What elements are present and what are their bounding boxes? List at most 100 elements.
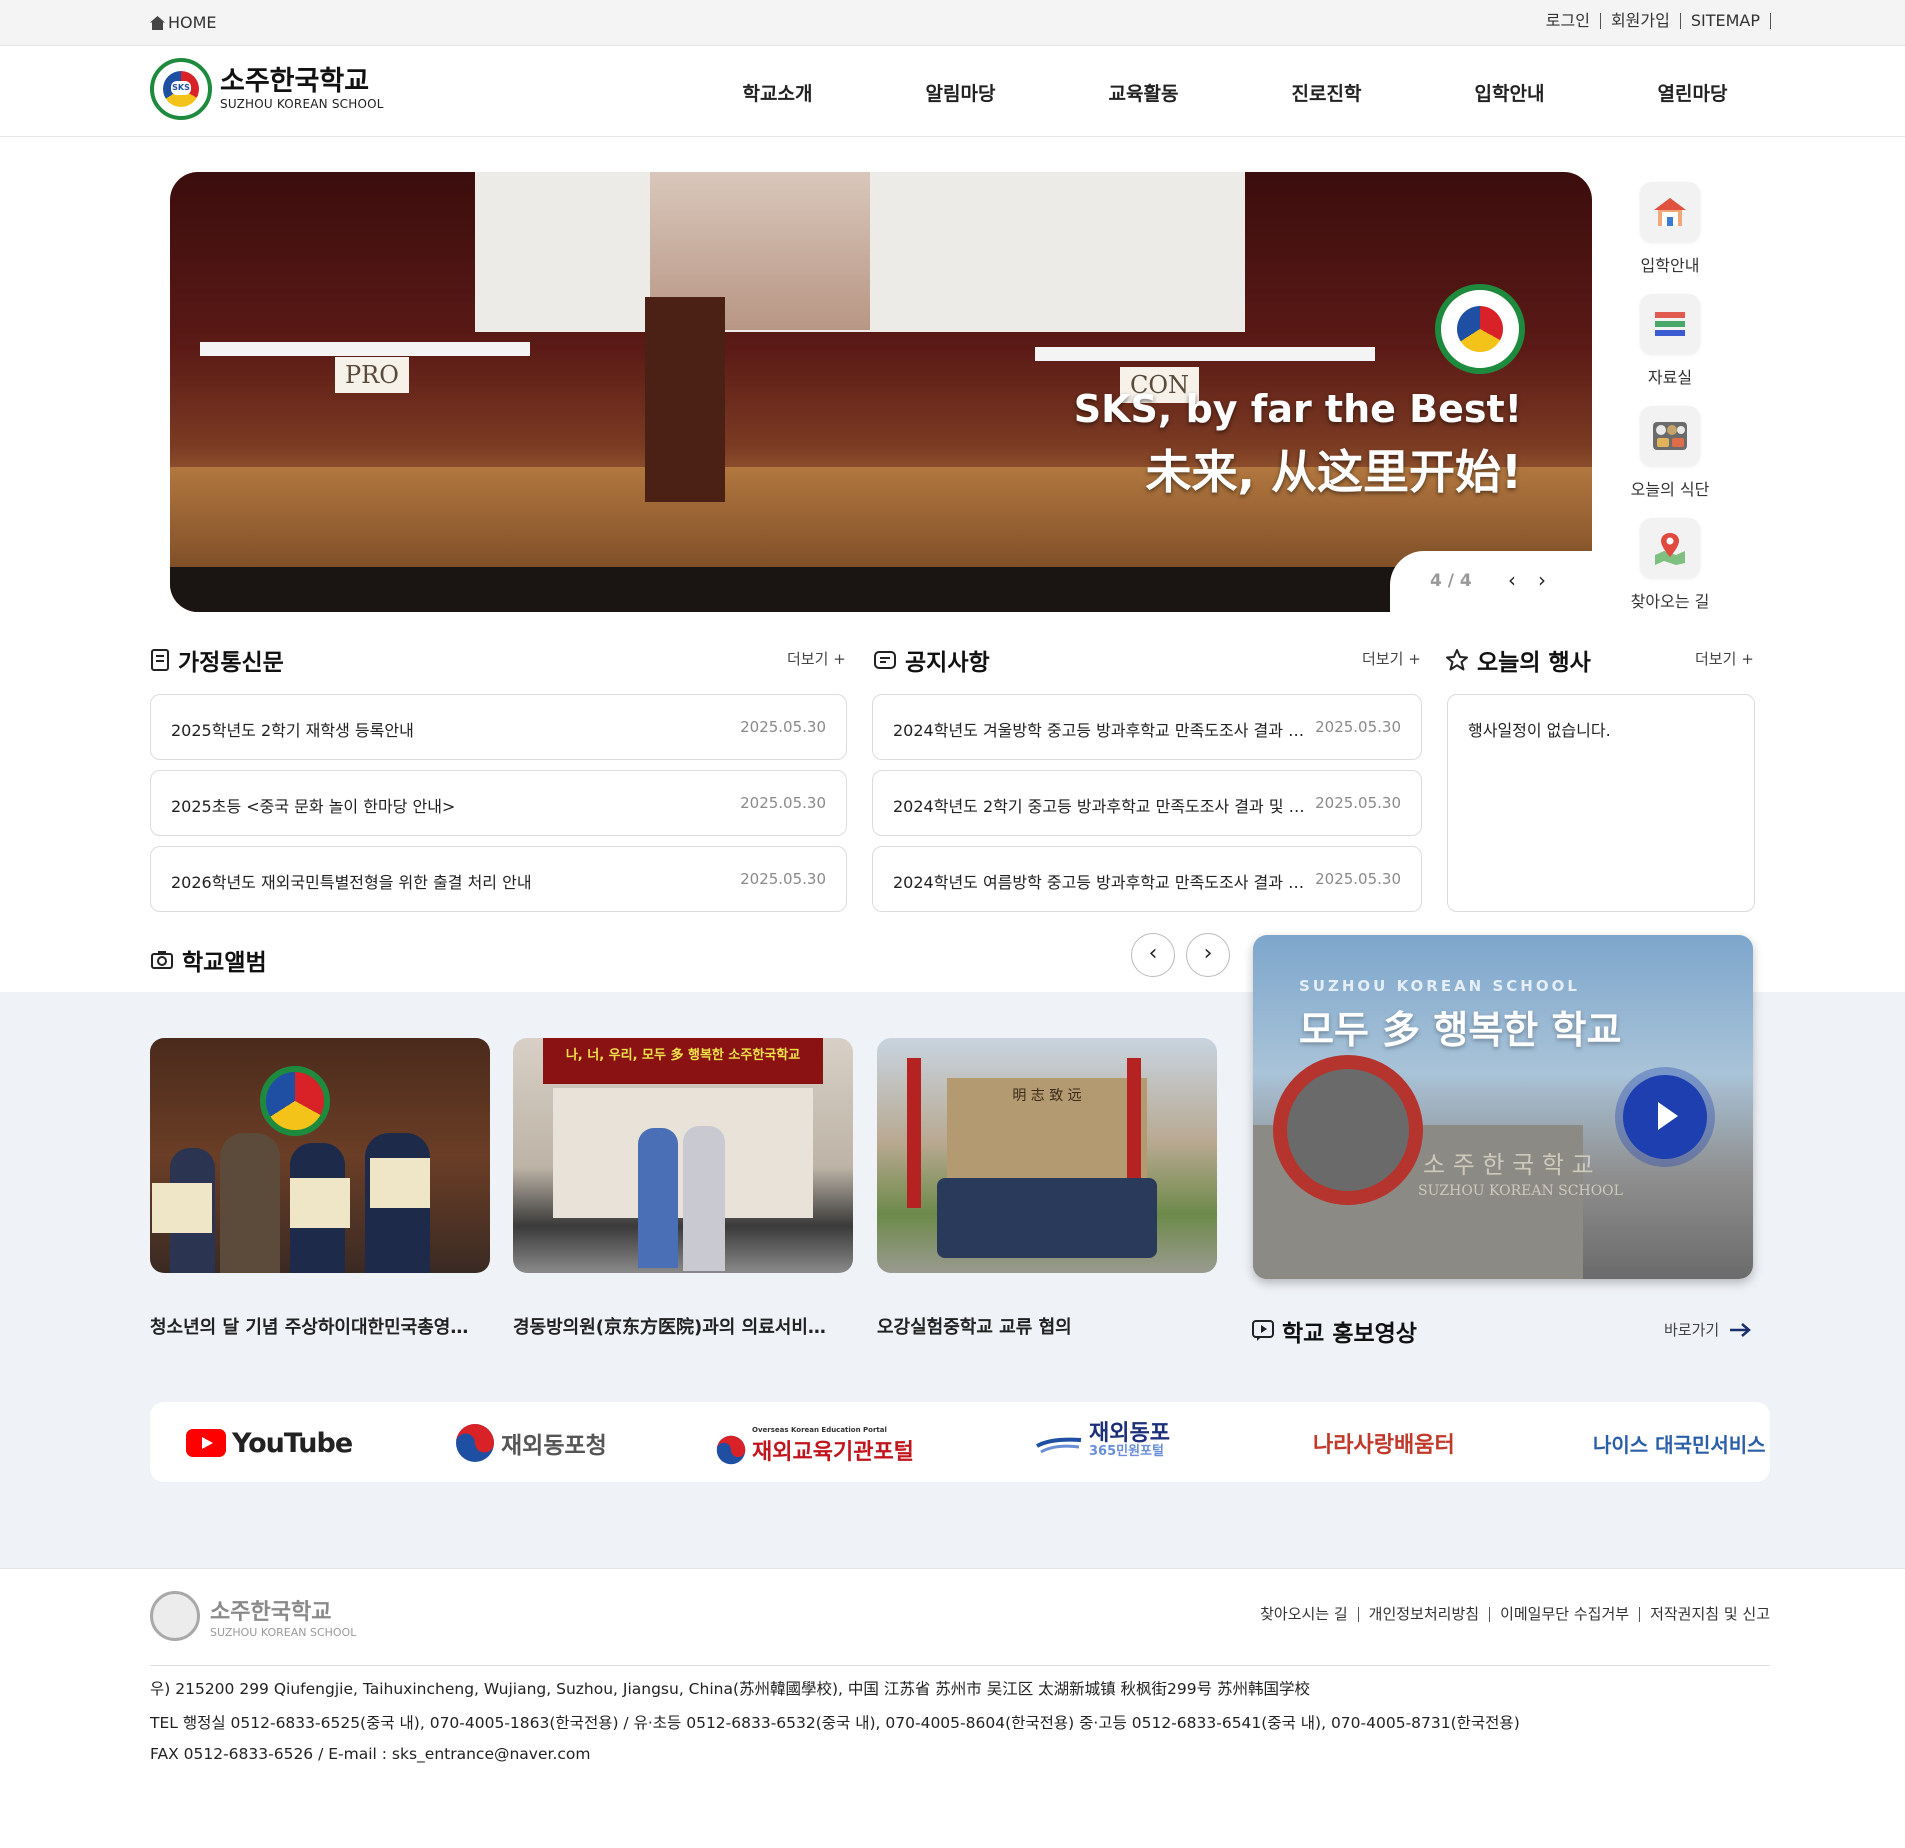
emblem-text: SKS (171, 81, 191, 95)
nav-item-about[interactable]: 학교소개 (686, 79, 869, 106)
notice-title: 공지사항 (873, 643, 990, 677)
nav-item-community[interactable]: 열린마당 (1601, 79, 1784, 106)
notice-item[interactable]: 2024학년도 2학기 중고등 방과후학교 만족도조사 결과 및 교… 2025… (872, 770, 1422, 836)
footer-name-ko: 소주한국학교 (210, 1599, 332, 1625)
quick-meal[interactable]: 오늘의 식단 (1630, 406, 1710, 500)
photo-banner-text: 明 志 致 远 (1012, 1088, 1082, 1104)
post-date: 2025.05.30 (1315, 870, 1401, 888)
banner-youtube[interactable]: YouTube (186, 1426, 353, 1460)
album-caption: 오강실험중학교 교류 협의 (877, 1317, 1072, 1338)
footer-link-email-policy[interactable]: 이메일무단 수집거부 (1490, 1607, 1641, 1622)
post-title: 2024학년도 2학기 중고등 방과후학교 만족도조사 결과 및 교… (893, 797, 1308, 816)
school-emblem-icon: SKS (150, 58, 212, 120)
footer-divider (150, 1665, 1770, 1666)
slide-counter: 4 / 4 (1430, 571, 1472, 591)
school-icon (1640, 182, 1700, 242)
events-title-text: 오늘의 행사 (1477, 650, 1591, 676)
banner-edu-portal[interactable]: Overseas Korean Education Portal 재외교육기관포… (716, 1426, 914, 1465)
events-box: 행사일정이 없습니다. (1447, 694, 1755, 912)
taegeuk-icon (716, 1435, 746, 1465)
speech-bubble-icon (874, 651, 896, 669)
podium (645, 297, 725, 502)
banner-narasarang[interactable]: 나라사랑배움터 (1313, 1426, 1455, 1460)
events-more-link[interactable]: 더보기 + (1695, 648, 1754, 669)
events-title: 오늘의 행사 (1445, 643, 1591, 677)
play-icon[interactable] (1623, 1075, 1707, 1159)
album-photo (150, 1038, 490, 1273)
notice-item[interactable]: 2024학년도 여름방학 중고등 방과후학교 만족도조사 결과 및 … 2025… (872, 846, 1422, 912)
banner-label: 재외동포 (1089, 1421, 1170, 1446)
notice-item[interactable]: 2024학년도 겨울방학 중고등 방과후학교 만족도조사 결과 및 … 2025… (872, 694, 1422, 760)
video-headline: 모두 多 행복한 학교 (1299, 1008, 1622, 1052)
banner-label: 나라사랑배움터 (1313, 1433, 1455, 1458)
notice-more-link[interactable]: 더보기 + (1362, 648, 1421, 669)
video-goto-link[interactable]: 바로가기 (1664, 1319, 1752, 1340)
nav-item-news[interactable]: 알림마당 (869, 79, 1052, 106)
banner-sub: 365민원포털 (1089, 1444, 1164, 1459)
school-logo[interactable]: SKS 소주한국학교 SUZHOU KOREAN SCHOOL (150, 58, 384, 120)
newsletter-item[interactable]: 2025초등 <중국 문화 놀이 한마당 안내> 2025.05.30 (150, 770, 847, 836)
quick-label: 찾아오는 길 (1630, 592, 1710, 611)
sitemap-link[interactable]: SITEMAP (1681, 13, 1771, 29)
footer-link-copyright[interactable]: 저작권지침 및 신고 (1640, 1607, 1770, 1622)
newsletter-title: 가정통신문 (150, 643, 284, 677)
video-subtitle: SUZHOU KOREAN SCHOOL (1299, 977, 1580, 995)
banner-dongpo365[interactable]: 재외동포 365민원포털 (1035, 1421, 1170, 1460)
chevron-right-icon[interactable]: › (1530, 568, 1554, 592)
banner-label: 재외교육기관포털 (752, 1440, 914, 1465)
album-photo: 나, 너, 우리, 모두 多 행복한 소주한국학교 (513, 1038, 853, 1273)
home-link[interactable]: HOME (150, 13, 217, 32)
album-photo: 明 志 致 远 (877, 1038, 1217, 1273)
plus-icon: + (1741, 650, 1754, 668)
album-caption: 경동방의원(京东方医院)과의 의료서비… (513, 1317, 826, 1338)
banner-neis[interactable]: 나이스 대국민서비스 (1593, 1426, 1766, 1460)
album-caption: 청소년의 달 기념 주상하이대한민국총영… (150, 1317, 469, 1338)
newsletter-more-link[interactable]: 더보기 + (787, 648, 846, 669)
footer-fax: FAX 0512-6833-6526 / E-mail : sks_entran… (150, 1745, 591, 1763)
post-date: 2025.05.30 (740, 718, 826, 736)
banner-sub: Overseas Korean Education Portal (752, 1426, 887, 1434)
post-date: 2025.05.30 (1315, 794, 1401, 812)
wave-icon (1036, 1437, 1082, 1454)
hero-slogan-zh: 未来, 从这里开始! (1145, 445, 1522, 499)
gate-emblem (1273, 1055, 1423, 1205)
footer-links: 찾아오시는 길 개인정보처리방침 이메일무단 수집거부 저작권지침 및 신고 (1250, 1607, 1770, 1622)
newsletter-item[interactable]: 2025학년도 2학기 재학생 등록안내 2025.05.30 (150, 694, 847, 760)
newsletter-title-text: 가정통신문 (178, 650, 284, 676)
nav-item-admission[interactable]: 입학안내 (1418, 79, 1601, 106)
album-card[interactable]: 나, 너, 우리, 모두 多 행복한 소주한국학교 경동방의원(京东方医院)과의… (513, 1038, 853, 1339)
quick-label: 오늘의 식단 (1630, 480, 1710, 499)
album-card[interactable]: 明 志 致 远 오강실험중학교 교류 협의 (877, 1038, 1217, 1339)
newsletter-item[interactable]: 2026학년도 재외국민특별전형을 위한 출결 처리 안내 2025.05.30 (150, 846, 847, 912)
album-next-button[interactable]: › (1186, 933, 1230, 977)
debate-table-right (1035, 347, 1375, 361)
album-title: 학교앨범 (150, 943, 267, 977)
partner-banners: YouTube 재외동포청 Overseas Korean Education … (150, 1402, 1770, 1482)
album-prev-button[interactable]: ‹ (1131, 933, 1175, 977)
login-link[interactable]: 로그인 (1536, 13, 1601, 29)
utility-links: 로그인 회원가입 SITEMAP (1536, 13, 1771, 29)
home-label: HOME (168, 13, 217, 32)
quick-library[interactable]: 자료실 (1630, 294, 1710, 388)
debate-table-left (200, 342, 530, 356)
promo-video-thumbnail[interactable]: 소 주 한 국 학 교 SUZHOU KOREAN SCHOOL SUZHOU … (1253, 935, 1753, 1279)
photo-banner-text: 나, 너, 우리, 모두 多 행복한 소주한국학교 (543, 1038, 823, 1084)
banner-label: 재외동포청 (501, 1433, 607, 1459)
nav-item-career[interactable]: 진로진학 (1235, 79, 1418, 106)
quick-admission[interactable]: 입학안내 (1630, 182, 1710, 276)
hero-slide[interactable]: PRO CON SKS, by far the Best! 未来, 从这里开始! (170, 172, 1592, 612)
footer-link-privacy[interactable]: 개인정보처리방침 (1359, 1607, 1491, 1622)
quick-label: 입학안내 (1640, 256, 1700, 275)
slider-controls: 4 / 4 ‹ › (1390, 551, 1596, 619)
quick-directions[interactable]: 찾아오는 길 (1630, 518, 1710, 612)
nav-item-education[interactable]: 교육활동 (1052, 79, 1235, 106)
chevron-left-icon[interactable]: ‹ (1500, 568, 1524, 592)
banner-oka[interactable]: 재외동포청 (455, 1424, 607, 1462)
wall-text-ko: 소 주 한 국 학 교 (1423, 1151, 1594, 1179)
arrow-right-icon (1730, 1322, 1752, 1337)
footer-address: 우) 215200 299 Qiufengjie, Taihuxincheng,… (150, 1680, 1311, 1698)
album-card[interactable]: 청소년의 달 기념 주상하이대한민국총영… (150, 1038, 490, 1339)
video-section-title-text: 학교 홍보영상 (1282, 1321, 1417, 1347)
footer-link-directions[interactable]: 찾아오시는 길 (1250, 1607, 1359, 1622)
signup-link[interactable]: 회원가입 (1601, 13, 1681, 29)
